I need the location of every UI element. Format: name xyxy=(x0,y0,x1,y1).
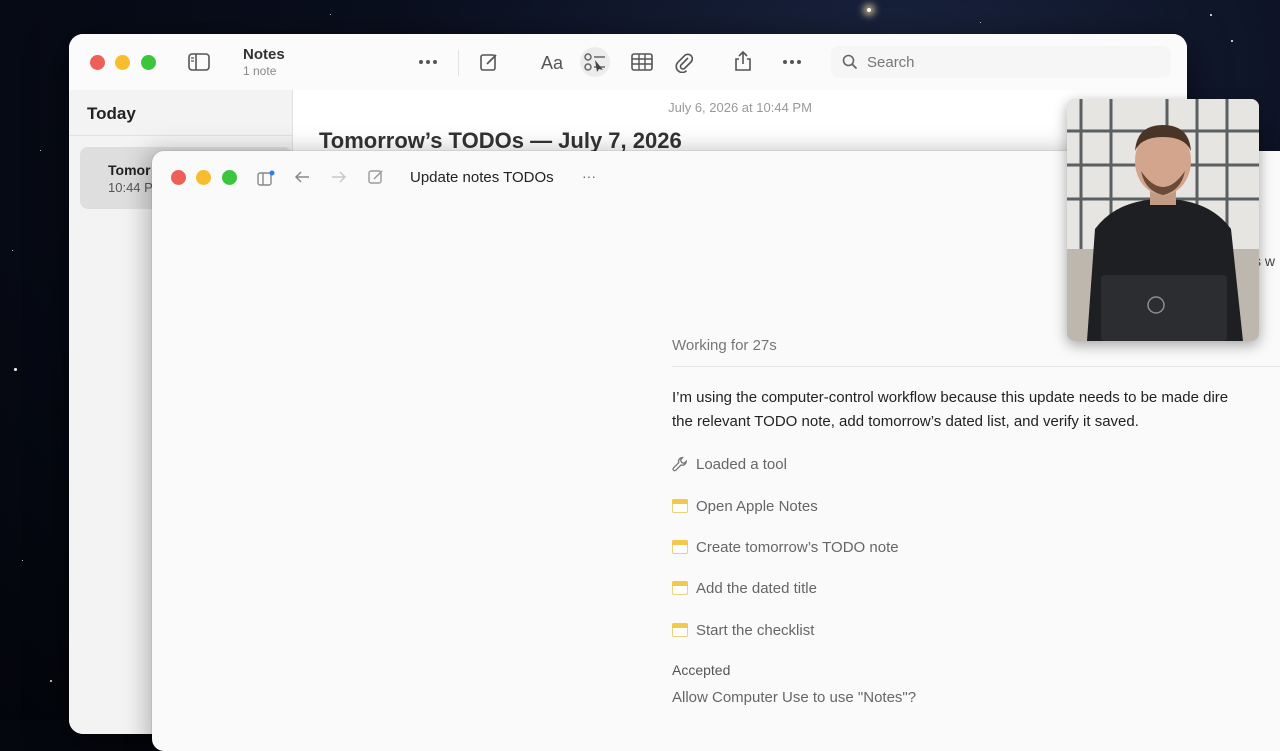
search-field[interactable]: Search xyxy=(831,46,1171,78)
section-divider xyxy=(69,135,292,136)
minimize-button[interactable] xyxy=(115,55,130,70)
format-button[interactable]: Aa xyxy=(535,48,571,76)
note-icon xyxy=(672,581,688,595)
note-icon xyxy=(672,623,688,637)
note-list-item-time: 10:44 P xyxy=(108,180,153,195)
ellipsis-icon xyxy=(783,60,801,64)
status-divider xyxy=(672,366,1280,367)
compose-icon xyxy=(480,54,497,71)
permission-prompt: Allow Computer Use to use "Notes"? xyxy=(672,689,917,706)
assistant-message-line-2: the relevant TODO note, add tomorrow’s d… xyxy=(672,413,1139,430)
more-options-button[interactable] xyxy=(410,48,446,76)
thread-title: Update notes TODOs xyxy=(410,169,554,186)
step-label: Start the checklist xyxy=(696,621,815,639)
wrench-icon xyxy=(672,456,687,472)
search-icon xyxy=(842,54,858,70)
sidebar-toggle-button[interactable] xyxy=(181,48,217,76)
thread-more-button[interactable]: ··· xyxy=(582,168,596,184)
step-label: Create tomorrow’s TODO note xyxy=(696,538,899,556)
note-list-item-title: Tomor xyxy=(108,162,151,178)
notes-count: 1 note xyxy=(243,64,277,78)
checklist-icon xyxy=(584,53,605,72)
assistant-message-line-1: I’m using the computer-control workflow … xyxy=(672,389,1229,406)
sidebar-toggle-icon xyxy=(188,53,210,71)
sidebar-toggle-icon xyxy=(257,170,275,186)
working-status: Working for 27s xyxy=(672,337,777,354)
ellipsis-icon xyxy=(419,60,437,64)
zoom-button[interactable] xyxy=(141,55,156,70)
share-button[interactable] xyxy=(728,46,758,78)
presenter-webcam xyxy=(1067,99,1259,341)
forward-arrow-icon xyxy=(332,171,347,183)
compose-button[interactable] xyxy=(472,48,506,76)
step-label: Add the dated title xyxy=(696,579,817,597)
sidebar-toggle-button[interactable] xyxy=(256,167,276,187)
note-icon xyxy=(672,540,688,554)
back-button[interactable] xyxy=(292,167,312,187)
share-icon xyxy=(735,50,751,71)
close-button[interactable] xyxy=(90,55,105,70)
table-button[interactable] xyxy=(625,48,659,76)
minimize-button[interactable] xyxy=(196,170,211,185)
attachment-icon xyxy=(675,53,693,73)
note-date: July 6, 2026 at 10:44 PM xyxy=(668,100,812,115)
notes-folder-title: Notes xyxy=(243,46,285,63)
search-placeholder: Search xyxy=(867,54,915,71)
step-label: Open Apple Notes xyxy=(696,497,818,515)
compose-icon xyxy=(368,170,383,184)
format-text-icon: Aa xyxy=(541,53,564,73)
notes-toolbar: Notes 1 note Aa Search xyxy=(69,34,1187,90)
note-icon xyxy=(672,499,688,513)
section-header-today: Today xyxy=(87,104,136,123)
step-item[interactable]: Create tomorrow’s TODO note xyxy=(672,537,899,557)
step-item[interactable]: Open Apple Notes xyxy=(672,496,818,516)
table-icon xyxy=(631,53,653,71)
presenter-video-frame xyxy=(1067,99,1259,341)
tool-loaded-label: Loaded a tool xyxy=(696,455,787,473)
close-button[interactable] xyxy=(171,170,186,185)
toolbar-divider xyxy=(458,50,459,76)
forward-button[interactable] xyxy=(329,167,349,187)
step-item[interactable]: Start the checklist xyxy=(672,620,814,640)
back-arrow-icon xyxy=(294,171,309,183)
more-actions-button[interactable] xyxy=(774,48,810,76)
checklist-button[interactable] xyxy=(580,47,610,77)
attachment-button[interactable] xyxy=(669,48,699,76)
new-chat-button[interactable] xyxy=(366,167,386,187)
tool-loaded-item[interactable]: Loaded a tool xyxy=(672,454,787,474)
zoom-button[interactable] xyxy=(222,170,237,185)
step-item[interactable]: Add the dated title xyxy=(672,578,817,598)
accepted-label: Accepted xyxy=(672,662,731,678)
